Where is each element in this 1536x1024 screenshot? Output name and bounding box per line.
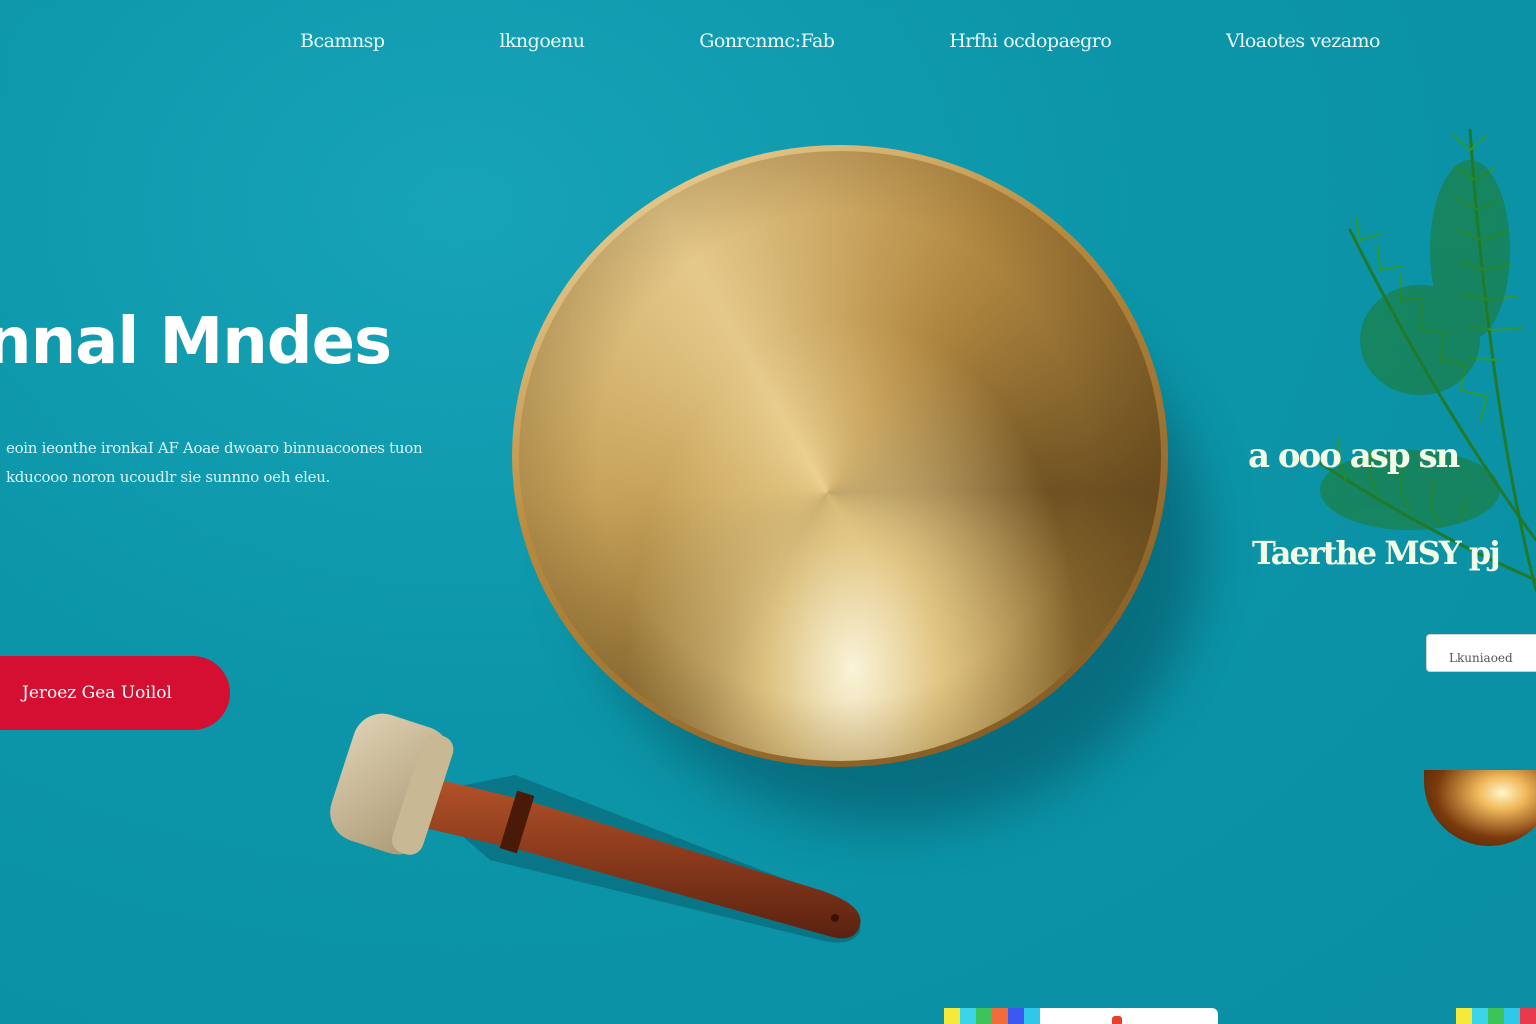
hero-description-line-1: eoin ieonthe ironkaI AF Aoae dwoaro binn… [6,439,423,457]
side-heading-1: a ooo asp sn [1248,436,1460,476]
bowl-inner-shade [519,151,1161,761]
nav-item-1[interactable]: Bcamnsp [300,30,385,52]
nav-item-5[interactable]: Vloaotes vezamo [1226,30,1380,52]
color-strip-right [1456,1008,1536,1024]
side-heading-2: Taerthe MSY pj [1252,534,1501,572]
hero-title: nnal Mndes [0,305,392,379]
nav-item-2[interactable]: lkngoenu [499,30,585,52]
top-nav: Bcamnsp lkngoenu Gonrcnmc:Fab Hrfhi ocdo… [300,26,1380,56]
color-strip-left [944,1008,1218,1024]
side-input-field[interactable] [1426,634,1536,672]
nav-item-4[interactable]: Hrfhi ocdopaegro [949,30,1112,52]
small-bowl-icon [1424,770,1536,846]
cta-button[interactable]: Jeroez Gea Uoilol [0,656,230,730]
singing-bowl-icon [512,145,1202,825]
hero-description-line-2: kducooo noron ucoudlr sie sunnno oeh ele… [6,468,331,486]
nav-item-3[interactable]: Gonrcnmc:Fab [699,30,835,52]
mallet-icon [330,713,861,943]
hero-description: eoin ieonthe ironkaI AF Aoae dwoaro binn… [6,434,446,492]
